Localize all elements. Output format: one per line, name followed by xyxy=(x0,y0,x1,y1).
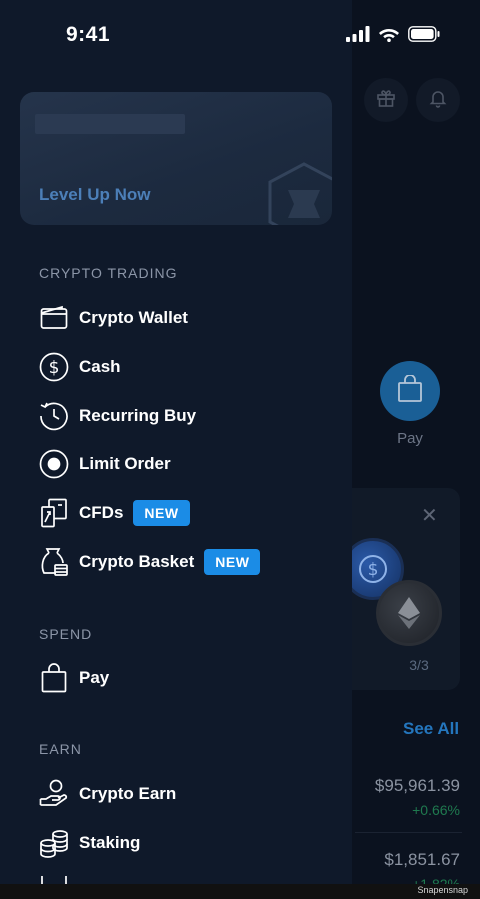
notification-button[interactable] xyxy=(416,78,460,122)
menu-item-label: Staking xyxy=(79,833,141,852)
section-title-crypto-trading: CRYPTO TRADING xyxy=(39,265,178,281)
svg-text:$: $ xyxy=(49,358,60,378)
price-row[interactable]: $95,961.39 +0.66% xyxy=(375,776,460,818)
menu-item-partial[interactable] xyxy=(39,876,79,884)
menu-item-cfds[interactable]: CFDs NEW xyxy=(39,498,190,528)
shopping-bag-icon xyxy=(397,373,423,408)
status-icons xyxy=(346,26,440,47)
dollar-circle-icon: $ xyxy=(39,352,69,382)
menu-item-label: Crypto Basket xyxy=(79,552,195,571)
pay-shortcut-label: Pay xyxy=(397,430,423,447)
menu-item-recurring-buy[interactable]: Recurring Buy xyxy=(39,401,196,431)
svg-text:$: $ xyxy=(368,560,379,580)
price-value: $95,961.39 xyxy=(374,776,460,795)
basket-bag-icon xyxy=(39,547,69,577)
eth-coin-icon xyxy=(376,580,442,646)
section-title-earn: EARN xyxy=(39,741,82,757)
menu-item-label: CFDs xyxy=(79,503,124,522)
cronos-lion-shield-icon xyxy=(264,160,332,225)
close-icon[interactable]: ✕ xyxy=(421,503,438,528)
shield-icon xyxy=(39,876,69,884)
status-time: 9:41 xyxy=(66,23,111,46)
new-badge: NEW xyxy=(133,500,190,526)
new-badge: NEW xyxy=(204,549,261,575)
carousel-pager: 3/3 xyxy=(409,657,429,673)
cfd-chart-icon xyxy=(39,498,69,528)
cellular-signal-icon xyxy=(346,26,370,47)
price-change: +0.66% xyxy=(412,802,460,818)
menu-item-staking[interactable]: Staking xyxy=(39,828,140,858)
menu-item-label: Pay xyxy=(79,668,110,687)
menu-item-label: Crypto Earn xyxy=(79,784,177,803)
status-bar: 9:41 xyxy=(0,0,480,70)
see-all-link[interactable]: See All xyxy=(403,719,459,739)
pay-shortcut-button[interactable] xyxy=(380,361,440,421)
watermark: Snapensnap xyxy=(417,885,468,895)
menu-item-crypto-basket[interactable]: Crypto Basket NEW xyxy=(39,547,261,577)
level-up-card[interactable]: Level Up Now xyxy=(20,92,332,225)
wifi-icon xyxy=(378,26,400,47)
menu-item-label: Crypto Wallet xyxy=(79,308,188,327)
menu-item-limit-order[interactable]: Limit Order xyxy=(39,449,171,479)
wallet-icon xyxy=(39,303,69,333)
menu-item-crypto-wallet[interactable]: Crypto Wallet xyxy=(39,303,188,333)
list-divider xyxy=(355,832,462,833)
menu-item-cash[interactable]: $ Cash xyxy=(39,352,121,382)
menu-item-pay[interactable]: Pay xyxy=(39,663,109,693)
menu-item-crypto-earn[interactable]: Crypto Earn xyxy=(39,779,176,809)
limit-order-icon xyxy=(39,449,69,479)
bell-icon xyxy=(428,88,448,113)
section-title-spend: SPEND xyxy=(39,626,93,642)
price-value: $1,851.67 xyxy=(384,850,460,869)
hand-coin-icon xyxy=(39,779,69,809)
shopping-bag-icon xyxy=(39,663,69,693)
gift-button[interactable] xyxy=(364,78,408,122)
level-up-cta[interactable]: Level Up Now xyxy=(39,185,150,205)
gift-icon xyxy=(376,88,396,113)
bottom-strip: Snapensnap xyxy=(0,884,480,899)
menu-item-label: Recurring Buy xyxy=(79,406,197,425)
recurring-clock-icon xyxy=(39,401,69,431)
menu-item-label: Limit Order xyxy=(79,454,171,473)
card-placeholder xyxy=(35,114,185,134)
battery-icon xyxy=(408,26,440,47)
side-drawer: Level Up Now CRYPTO TRADING Crypto Walle… xyxy=(0,0,352,884)
coin-stack-icon xyxy=(39,828,69,858)
menu-item-label: Cash xyxy=(79,357,121,376)
